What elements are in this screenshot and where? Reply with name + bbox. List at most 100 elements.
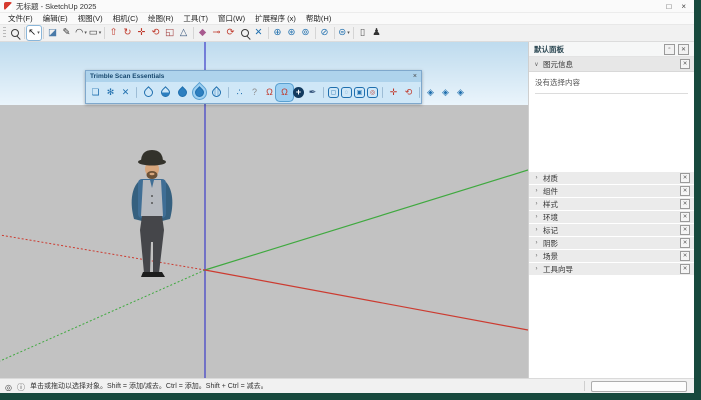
select-tool[interactable]: ↖▾ [27, 26, 41, 40]
zoom-extents-tool[interactable]: ✕ [252, 26, 266, 40]
point-cloud-hidden[interactable] [142, 86, 155, 99]
eraser-tool[interactable]: ◪ [46, 26, 60, 40]
tray-panel-close-button[interactable]: ✕ [680, 173, 690, 183]
chevron-right-icon: › [533, 214, 540, 220]
main-toolbar: ↖▾ ◪✎◠▾▭▾ ⇧↻✛⟲◱△ ◆⊸⟳ ✕ ⊕⊛⊚ ⊘ ⊜▾ ▯♟ [0, 25, 694, 42]
chevron-right-icon: › [533, 175, 540, 181]
red-axis [205, 270, 528, 330]
point-cloud-dense[interactable] [176, 86, 189, 99]
status-icons: ◎ⓘ [5, 377, 30, 393]
scan-settings-button[interactable]: ✻ [104, 86, 117, 99]
photo-textures-tool[interactable]: ⊚ [299, 26, 313, 40]
tray-panel-close-button[interactable]: ✕ [680, 225, 690, 235]
menu-window[interactable]: 窗口(W) [214, 13, 249, 24]
move-scan[interactable]: ✛ [387, 86, 400, 99]
menu-view[interactable]: 视图(V) [74, 13, 107, 24]
drawing-viewport[interactable]: Trimble Scan Essentials × ❏✻✕∴?ΩΩ+✒▢◌▣◎✛… [0, 42, 528, 378]
measurements-input[interactable] [591, 381, 687, 392]
tray-close-button[interactable]: ✕ [678, 44, 689, 55]
scan-plane-y[interactable]: ◈ [439, 86, 452, 99]
pushpull-tool[interactable]: ⇧ [107, 26, 121, 40]
paint-bucket-tool[interactable]: ◆ [196, 26, 210, 40]
remove-scan-button[interactable]: ✕ [119, 86, 132, 99]
panel-instructor[interactable]: › 工具向导 ✕ [529, 263, 694, 275]
pick-measure[interactable]: ✒ [306, 86, 319, 99]
tray-panel-close-button[interactable]: ✕ [680, 186, 690, 196]
region-target[interactable]: ◎ [367, 87, 378, 98]
orbit-tool[interactable]: ⟳ [224, 26, 238, 40]
scan-toolbar-icons: ❏✻✕∴?ΩΩ+✒▢◌▣◎✛⟲◈◈◈ [86, 82, 421, 103]
panel-materials[interactable]: › 材质 ✕ [529, 172, 694, 184]
figure-mouth [150, 173, 155, 175]
scan-plane-x[interactable]: ◈ [424, 86, 437, 99]
panel-environments[interactable]: › 环境 ✕ [529, 211, 694, 223]
point-cloud-sparse[interactable] [159, 86, 172, 99]
menu-edit[interactable]: 编辑(E) [39, 13, 72, 24]
point-density[interactable]: ∴ [233, 86, 246, 99]
add-location-tool[interactable]: ⊕ [271, 26, 285, 40]
add-point[interactable]: + [293, 87, 304, 98]
point-cloud-active[interactable] [193, 86, 206, 99]
magnet-snap[interactable]: Ω [263, 86, 276, 99]
protractor-tool[interactable]: △ [177, 26, 191, 40]
tray-panel-close-button[interactable]: ✕ [680, 264, 690, 274]
panel-components[interactable]: › 组件 ✕ [529, 185, 694, 197]
toggle-terrain-tool[interactable]: ⊛ [285, 26, 299, 40]
clear-location-tool[interactable]: ⊘ [318, 26, 332, 40]
panel-scenes[interactable]: › 场景 ✕ [529, 250, 694, 262]
shapes-tool[interactable]: ▭▾ [88, 26, 102, 40]
tray-panel-close-button[interactable]: ✕ [680, 251, 690, 261]
info-icon[interactable]: ⓘ [17, 383, 25, 392]
open-scan-button[interactable]: ❏ [89, 86, 102, 99]
point-inspect[interactable]: ? [248, 86, 261, 99]
tray-panel-label: 组件 [543, 186, 677, 197]
close-button[interactable]: × [681, 0, 686, 13]
region-filled[interactable]: ▣ [354, 87, 365, 98]
rotate-tool[interactable]: ⟲ [149, 26, 163, 40]
entity-info-close-button[interactable]: ✕ [680, 59, 690, 69]
menu-tools[interactable]: 工具(T) [179, 13, 212, 24]
panel-shadows[interactable]: › 阴影 ✕ [529, 237, 694, 249]
entity-info-header[interactable]: ∨ 图元信息 ✕ [529, 57, 694, 72]
menu-extensions[interactable]: 扩展程序 (x) [251, 13, 300, 24]
search-tool[interactable] [8, 26, 22, 40]
warehouse-tool[interactable]: ⊜▾ [337, 26, 351, 40]
followme-tool[interactable]: ↻ [121, 26, 135, 40]
tool-glyph: ◪ [48, 28, 57, 38]
region-box[interactable]: ▢ [328, 87, 339, 98]
region-dashed[interactable]: ◌ [341, 87, 352, 98]
tool-glyph: ✛ [138, 28, 146, 38]
maximize-button[interactable]: □ [666, 0, 671, 13]
scale-tool[interactable]: ◱ [163, 26, 177, 40]
new-document-tool[interactable]: ▯ [356, 26, 370, 40]
scan-plane-z[interactable]: ◈ [454, 86, 467, 99]
point-cloud-hatched[interactable] [210, 86, 223, 99]
magnet-snap-active[interactable]: Ω [278, 86, 291, 99]
tray-panel-close-button[interactable]: ✕ [680, 199, 690, 209]
tray-panel-close-button[interactable]: ✕ [680, 212, 690, 222]
separator [24, 27, 25, 39]
zoom-tool[interactable] [238, 26, 252, 40]
scan-toolbar-titlebar[interactable]: Trimble Scan Essentials × [86, 71, 421, 82]
arc-tool[interactable]: ◠▾ [74, 26, 88, 40]
caret-down-icon: ▾ [37, 31, 40, 36]
toolbar-grip[interactable] [3, 27, 6, 39]
rotate-scan[interactable]: ⟲ [402, 86, 415, 99]
move-tool[interactable]: ✛ [135, 26, 149, 40]
panel-styles[interactable]: › 样式 ✕ [529, 198, 694, 210]
menu-camera[interactable]: 相机(C) [109, 13, 142, 24]
scale-figure[interactable] [112, 146, 192, 284]
tool-glyph: ⇧ [110, 28, 118, 38]
scan-toolbar-close-icon[interactable]: × [413, 73, 417, 80]
geolocation-icon[interactable]: ◎ [5, 383, 12, 392]
tray-panel-close-button[interactable]: ✕ [680, 238, 690, 248]
tape-measure-tool[interactable]: ⊸ [210, 26, 224, 40]
menu-file[interactable]: 文件(F) [4, 13, 37, 24]
menu-help[interactable]: 帮助(H) [302, 13, 335, 24]
entity-info-body: 没有选择内容 [529, 72, 694, 172]
line-tool[interactable]: ✎ [60, 26, 74, 40]
menu-draw[interactable]: 绘图(R) [144, 13, 177, 24]
person-component-tool[interactable]: ♟ [370, 26, 384, 40]
panel-tags[interactable]: › 标记 ✕ [529, 224, 694, 236]
tray-pin-button[interactable]: ▫ [664, 44, 675, 55]
